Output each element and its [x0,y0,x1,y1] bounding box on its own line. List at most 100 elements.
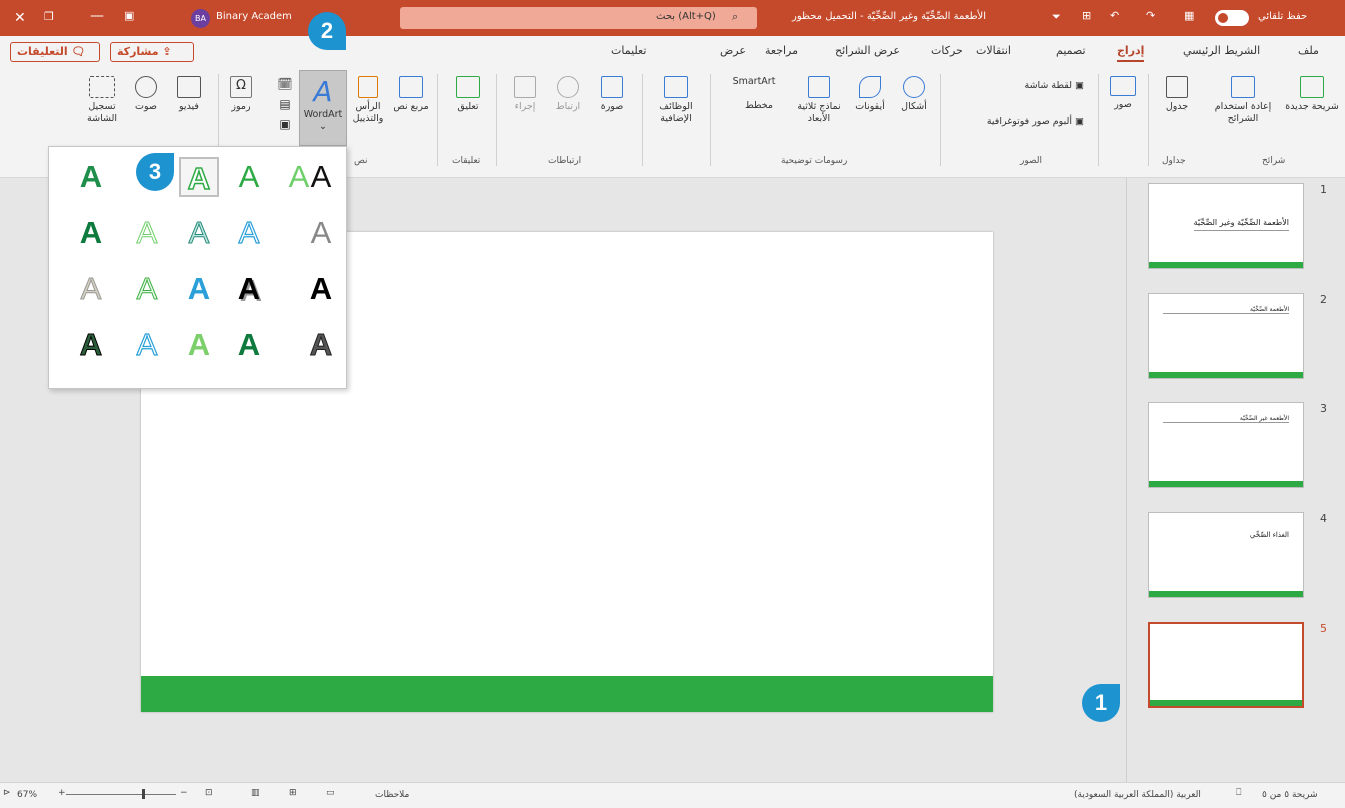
doc-title[interactable]: الأطعمة الصِّحِّيّة وغير الصِّحِّيّة - ا… [792,11,986,22]
table-icon [1166,76,1188,98]
wordart-style-option[interactable]: A [301,325,341,365]
shapes-button[interactable]: أشكال [890,76,938,113]
chart-button[interactable]: مخطط [728,100,790,112]
notes-button[interactable]: ملاحظات [375,790,409,800]
share-button[interactable]: مشاركة ⇪ [110,42,194,62]
save-icon[interactable]: ▦ [1184,9,1194,22]
addins-button[interactable]: الوظائف الإضافية [648,76,704,125]
audio-button[interactable]: صوت [126,76,166,113]
customize-qat-icon[interactable]: ⏷ [1052,10,1061,24]
wordart-style-option[interactable]: A [301,157,341,197]
restore-icon[interactable]: ❐ [44,10,54,23]
tab-review[interactable]: مراجعة [765,44,798,57]
normal-view-icon[interactable]: ▭ [326,788,335,798]
autosave-toggle[interactable] [1215,10,1249,26]
object-icon[interactable]: ▣ [279,117,290,131]
slide-sorter-icon[interactable]: ⊞ [289,788,297,798]
3d-models-button[interactable]: نماذج ثلاثية الأبعاد [790,76,848,125]
wordart-style-option-selected[interactable]: A [179,157,219,197]
wordart-style-option[interactable]: A [179,325,219,365]
reading-view-icon[interactable]: ▥ [251,788,260,798]
screenshot-button[interactable]: لقطة شاشة ▣ [960,80,1084,92]
tab-home[interactable]: الشريط الرئيسي [1183,44,1260,57]
comment-button[interactable]: تعليق [444,76,492,113]
zoom-slider[interactable] [66,794,176,795]
wordart-style-option[interactable]: A [229,213,269,253]
wordart-style-option[interactable]: A [127,213,167,253]
user-name[interactable]: Binary Academ [216,11,292,22]
new-slide-icon [1300,76,1324,98]
tab-slideshow[interactable]: عرض الشرائح [835,44,900,57]
tab-design[interactable]: تصميم [1056,44,1086,57]
close-icon[interactable]: ✕ [14,10,26,26]
wordart-style-option[interactable]: A [71,157,111,197]
minimize-icon[interactable]: — [90,8,104,24]
wordart-style-option[interactable]: A [71,269,111,309]
slide-thumbnail-selected[interactable] [1148,622,1304,708]
language-indicator[interactable]: العربية (المملكة العربية السعودية) [1074,790,1201,800]
tab-insert[interactable]: إدراج [1117,44,1145,62]
slide-number-icon[interactable]: ▤ [279,97,290,111]
link-button[interactable]: ارتباط [546,76,590,113]
wordart-style-option[interactable]: A [179,213,219,253]
fit-to-window-icon[interactable]: ⊳ [3,788,11,798]
wordart-style-option[interactable]: A [71,213,111,253]
wordart-style-option[interactable]: A [229,325,269,365]
redo-icon[interactable]: ↷ [1146,9,1155,22]
ribbon-display-icon[interactable]: ▣ [124,9,134,22]
date-slide-number-object-buttons[interactable]: 🗓 ▤ ▣ [274,74,296,136]
zoom-button[interactable]: صورة [590,76,634,113]
icons-button[interactable]: أيقونات [848,76,892,113]
comments-button[interactable]: التعليقات 🗨 [10,42,100,62]
group-label-images: الصور [1020,156,1043,166]
zoom-icon [601,76,623,98]
table-button[interactable]: جدول [1152,76,1202,113]
new-slide-button[interactable]: شريحة جديدة [1282,76,1342,113]
slide-thumbnail[interactable]: الأطعمة الصِّحِّيّة [1148,293,1304,379]
tab-file[interactable]: ملف [1298,44,1319,57]
video-button[interactable]: فيديو [168,76,210,113]
date-time-icon[interactable]: 🗓 [277,77,292,91]
reuse-slides-button[interactable]: إعادة استخدام الشرائح [1206,76,1280,125]
wordart-style-option[interactable]: A [229,269,269,309]
header-footer-button[interactable]: الرأس والتذييل [346,76,390,125]
action-button[interactable]: إجراء [504,76,546,113]
search-input[interactable]: بحث (Alt+Q) [656,11,716,22]
slide-thumbnail[interactable]: الأطعمة غير الصِّحِّيّة [1148,402,1304,488]
undo-icon[interactable]: ↶ [1110,9,1119,22]
wordart-icon: A [313,75,333,108]
zoom-slider-thumb[interactable] [142,789,145,799]
zoom-level[interactable]: 67% [17,790,37,800]
slide-count: شريحة ٥ من ٥ [1262,790,1318,800]
tab-view[interactable]: عرض [720,44,746,57]
tab-animations[interactable]: حركات [931,44,963,57]
avatar[interactable]: BA [191,9,210,28]
wordart-style-option[interactable]: A [301,213,341,253]
wordart-style-option[interactable]: A [301,269,341,309]
slide-thumbnail[interactable]: الغذاء الصِّحِّي [1148,512,1304,598]
search-box[interactable]: بحث (Alt+Q) ⌕ [400,7,757,29]
slide-number: 4 [1320,512,1327,525]
wordart-style-option[interactable]: A [229,157,269,197]
zoom-in-icon[interactable]: + [58,788,66,798]
slideshow-view-icon[interactable]: ⊡ [205,788,213,798]
pictures-button[interactable]: صور [1102,76,1144,111]
wordart-style-option[interactable]: A [179,269,219,309]
wordart-style-option[interactable]: A [127,269,167,309]
accessibility-icon[interactable]: ⎕ [1236,788,1241,798]
slide-thumbnail[interactable]: الأطعمة الصِّحِّيّة وغير الصِّحِّيّة [1148,183,1304,269]
tab-help[interactable]: تعليمات [611,44,646,57]
textbox-button[interactable]: مربع نص [388,76,434,113]
zoom-out-icon[interactable]: − [180,788,188,798]
smartart-button[interactable]: SmartArt [718,76,790,88]
symbols-button[interactable]: Ω رموز [224,76,258,113]
wordart-style-option[interactable]: A [71,325,111,365]
slide-thumbnail-title: الغذاء الصِّحِّي [1249,531,1289,539]
wordart-style-option[interactable]: A [127,325,167,365]
photo-album-button[interactable]: ألبوم صور فوتوغرافية ▣ [944,116,1084,128]
star-icon [514,76,536,98]
tab-transitions[interactable]: انتقالات [976,44,1011,57]
slideshow-icon[interactable]: ⊞ [1082,9,1091,22]
screen-recording-button[interactable]: تسجيل الشاشة [76,76,128,125]
wordart-button[interactable]: A WordArt ⌄ [299,70,347,146]
